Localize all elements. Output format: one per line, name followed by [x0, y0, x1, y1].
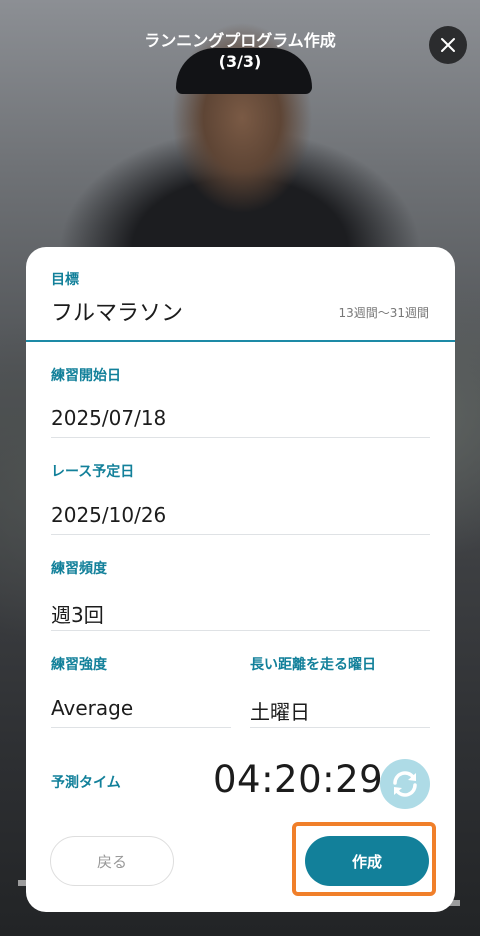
title-line-2: (3/3): [218, 52, 262, 71]
back-button[interactable]: 戻る: [50, 836, 174, 886]
title-line-1: ランニングプログラム作成: [144, 31, 336, 50]
program-form-card: 目標 フルマラソン 13週間〜31週間 練習開始日 2025/07/18 レース…: [26, 247, 455, 912]
goal-value: フルマラソン: [51, 301, 184, 326]
start-date-label: 練習開始日: [51, 368, 121, 384]
start-date-field[interactable]: 2025/07/18: [51, 406, 166, 430]
frequency-label: 練習頻度: [51, 561, 107, 577]
long-run-day-label: 長い距離を走る曜日: [250, 657, 376, 673]
goal-range: 13週間〜31週間: [338, 306, 429, 320]
close-button[interactable]: [429, 26, 467, 64]
field-underline: [51, 437, 430, 438]
refresh-button[interactable]: [380, 759, 430, 809]
field-underline: [51, 727, 231, 728]
field-underline: [51, 534, 430, 535]
race-date-field[interactable]: 2025/10/26: [51, 503, 166, 527]
intensity-label: 練習強度: [51, 657, 107, 673]
long-run-day-field[interactable]: 土曜日: [250, 696, 310, 725]
predicted-time-label: 予測タイム: [51, 775, 121, 791]
intensity-field[interactable]: Average: [51, 696, 133, 720]
close-icon: [441, 38, 455, 52]
field-underline: [51, 630, 430, 631]
predicted-time-value: 04:20:29: [213, 758, 384, 801]
divider: [26, 340, 455, 342]
field-underline: [250, 727, 430, 728]
goal-label: 目標: [51, 272, 79, 288]
page-title: ランニングプログラム作成 (3/3): [100, 30, 380, 72]
refresh-icon: [393, 771, 417, 797]
race-date-label: レース予定日: [51, 464, 135, 480]
create-button[interactable]: 作成: [305, 836, 429, 886]
frequency-field[interactable]: 週3回: [51, 599, 104, 628]
